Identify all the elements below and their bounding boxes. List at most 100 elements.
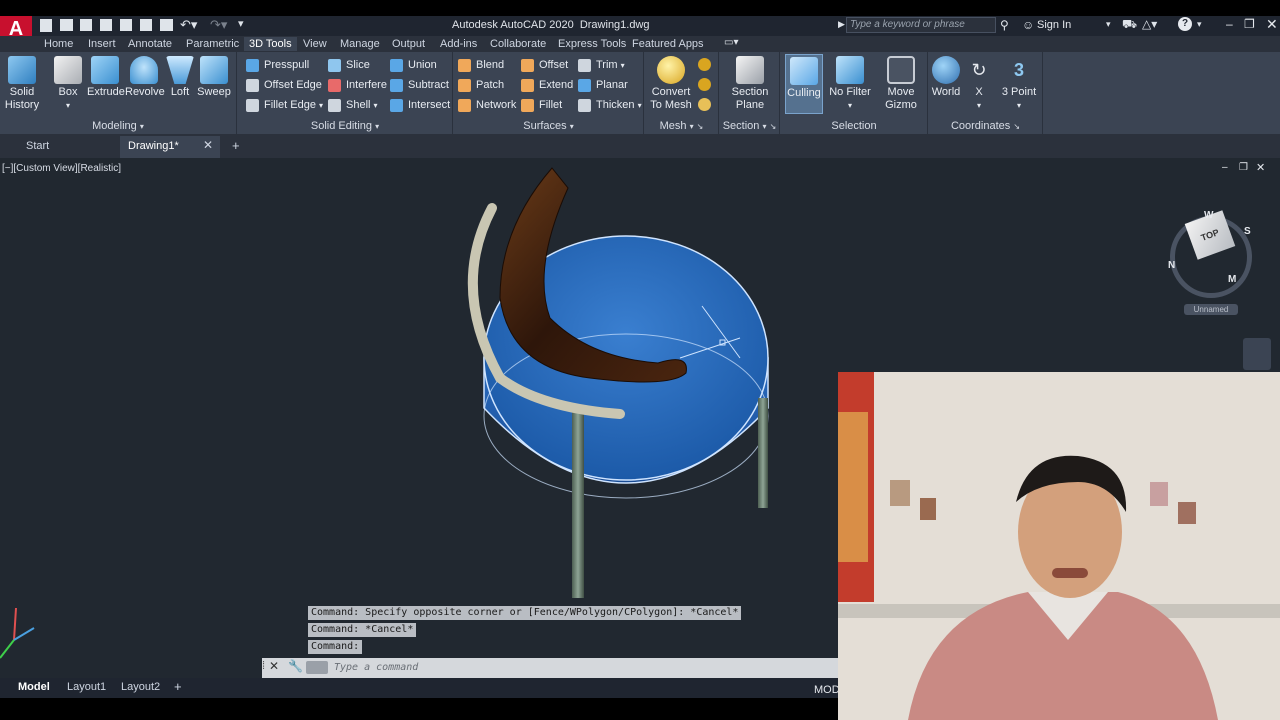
thicken-button[interactable]: Thicken ▾ xyxy=(578,96,642,114)
revolve-button[interactable]: Revolve xyxy=(125,56,165,99)
blend-button[interactable]: Blend xyxy=(458,56,504,74)
help-dropdown-icon[interactable]: ▾ xyxy=(1197,19,1202,30)
solid-history-button[interactable]: Solid History xyxy=(4,56,40,112)
layout-tab-layout1[interactable]: Layout1 xyxy=(67,681,106,693)
viewport-minimize-icon[interactable]: – xyxy=(1222,162,1228,173)
compass-s-label[interactable]: S xyxy=(1244,226,1251,237)
tab-output[interactable]: Output xyxy=(392,38,425,50)
undo-icon[interactable]: ↶▾ xyxy=(180,17,197,33)
command-grip-icon[interactable]: ⁞ xyxy=(262,660,265,672)
viewcube[interactable]: TOP W S N M xyxy=(1166,210,1256,300)
tab-3d-tools[interactable]: 3D Tools xyxy=(244,37,297,51)
fillet-edge-dropdown-icon[interactable]: ▾ xyxy=(319,101,323,110)
surfaces-expand-icon[interactable]: ▾ xyxy=(570,122,574,131)
sign-in-dropdown-icon[interactable]: ▾ xyxy=(1106,19,1111,30)
viewport-controls[interactable]: [−][Custom View][Realistic] xyxy=(2,163,121,174)
ucs-menu-button[interactable]: Unnamed xyxy=(1184,304,1238,315)
x-dropdown-icon[interactable]: ▾ xyxy=(977,101,981,110)
extend-button[interactable]: Extend xyxy=(521,76,573,94)
presspull-button[interactable]: Presspull xyxy=(246,56,309,74)
subtract-button[interactable]: Subtract xyxy=(390,76,449,94)
layout-tab-layout2[interactable]: Layout2 xyxy=(121,681,160,693)
viewport-close-icon[interactable]: ✕ xyxy=(1256,161,1265,174)
chair-3d-model[interactable] xyxy=(440,158,800,608)
mesh-smooth-icon[interactable] xyxy=(698,58,711,71)
interfere-button[interactable]: Interfere xyxy=(328,76,387,94)
slice-button[interactable]: Slice xyxy=(328,56,370,74)
compass-n-label[interactable]: N xyxy=(1168,260,1175,271)
tab-insert[interactable]: Insert xyxy=(88,38,116,50)
tab-parametric[interactable]: Parametric xyxy=(186,38,239,50)
navigation-bar[interactable] xyxy=(1243,338,1271,370)
search-box[interactable]: Type a keyword or phrase xyxy=(846,17,996,33)
no-filter-button[interactable]: No Filter ▾ xyxy=(829,56,871,112)
export-icon[interactable] xyxy=(140,19,152,31)
command-line[interactable]: ⁞ ✕ 🔧 Type a command xyxy=(262,658,838,678)
binoculars-icon[interactable]: ⚲ xyxy=(1000,18,1009,32)
a360-icon[interactable]: △▾ xyxy=(1142,17,1157,31)
panel-title-modeling[interactable]: Modeling ▾ xyxy=(0,120,236,132)
ribbon-toggle-icon[interactable]: ▭▾ xyxy=(724,37,738,48)
tab-home[interactable]: Home xyxy=(44,38,73,50)
panel-title-solid-editing[interactable]: Solid Editing ▾ xyxy=(238,120,452,132)
search-input[interactable]: Type a keyword or phrase xyxy=(850,19,965,30)
surface-offset-button[interactable]: Offset xyxy=(521,56,568,74)
surface-fillet-button[interactable]: Fillet xyxy=(521,96,562,114)
no-filter-dropdown-icon[interactable]: ▾ xyxy=(848,101,852,110)
solid-editing-expand-icon[interactable]: ▾ xyxy=(375,122,379,131)
x-ucs-button[interactable]: ↻ X ▾ xyxy=(965,56,993,112)
save-icon[interactable] xyxy=(80,19,92,31)
patch-button[interactable]: Patch xyxy=(458,76,504,94)
tab-view[interactable]: View xyxy=(303,38,327,50)
sign-in-link[interactable]: Sign In xyxy=(1037,19,1071,31)
tab-featured-apps[interactable]: Featured Apps xyxy=(632,38,704,50)
redo-icon[interactable]: ↷▾ xyxy=(210,17,227,33)
tab-manage[interactable]: Manage xyxy=(340,38,380,50)
close-icon[interactable]: ✕ xyxy=(1266,16,1278,33)
modeling-expand-icon[interactable]: ▾ xyxy=(140,122,144,131)
move-gizmo-button[interactable]: Move Gizmo xyxy=(879,56,923,112)
mesh-expand-icon[interactable]: ▾ xyxy=(690,122,694,131)
user-icon[interactable]: ☺ xyxy=(1022,18,1034,32)
viewport-restore-icon[interactable]: ❐ xyxy=(1239,162,1248,173)
planar-button[interactable]: Planar xyxy=(578,76,628,94)
tab-annotate[interactable]: Annotate xyxy=(128,38,172,50)
fillet-edge-button[interactable]: Fillet Edge ▾ xyxy=(246,96,323,114)
section-plane-button[interactable]: Section Plane xyxy=(728,56,772,112)
tab-collaborate[interactable]: Collaborate xyxy=(490,38,546,50)
three-point-dropdown-icon[interactable]: ▾ xyxy=(1017,101,1021,110)
convert-to-mesh-button[interactable]: Convert To Mesh xyxy=(649,56,693,112)
trim-dropdown-icon[interactable]: ▾ xyxy=(621,61,625,70)
thicken-dropdown-icon[interactable]: ▾ xyxy=(638,101,642,110)
world-ucs-button[interactable]: World xyxy=(931,56,961,99)
culling-button[interactable]: Culling xyxy=(785,54,823,114)
box-dropdown-icon[interactable]: ▾ xyxy=(66,101,70,110)
panel-title-mesh[interactable]: Mesh ▾ ↘ xyxy=(645,120,718,132)
shell-dropdown-icon[interactable]: ▾ xyxy=(374,101,378,110)
new-tab-icon[interactable]: + xyxy=(232,138,240,153)
trim-button[interactable]: Trim ▾ xyxy=(578,56,625,74)
add-layout-icon[interactable]: + xyxy=(174,679,182,694)
shell-button[interactable]: Shell ▾ xyxy=(328,96,378,114)
mesh-dialog-icon[interactable]: ↘ xyxy=(697,122,704,131)
layout-tab-model[interactable]: Model xyxy=(18,681,50,693)
search-expand-icon[interactable]: ▶ xyxy=(838,19,845,30)
compass-w-label[interactable]: W xyxy=(1204,210,1213,221)
plot-icon[interactable] xyxy=(160,19,173,31)
restore-icon[interactable]: ❐ xyxy=(1244,17,1255,31)
command-input[interactable]: Type a command xyxy=(334,662,418,673)
intersect-button[interactable]: Intersect xyxy=(390,96,450,114)
tab-add-ins[interactable]: Add-ins xyxy=(440,38,477,50)
model-space-toggle[interactable]: MOD xyxy=(814,684,840,696)
sweep-button[interactable]: Sweep xyxy=(197,56,231,99)
network-button[interactable]: Network xyxy=(458,96,516,114)
minimize-icon[interactable]: – xyxy=(1226,17,1233,31)
open-icon[interactable] xyxy=(60,19,73,31)
command-customize-icon[interactable]: 🔧 xyxy=(288,659,303,673)
command-close-icon[interactable]: ✕ xyxy=(269,659,279,673)
panel-title-section[interactable]: Section ▾ ↘ xyxy=(720,120,779,132)
mesh-refine-icon[interactable] xyxy=(698,78,711,91)
offset-edge-button[interactable]: Offset Edge xyxy=(246,76,322,94)
start-tab[interactable]: Start xyxy=(0,136,120,156)
panel-title-coordinates[interactable]: Coordinates ↘ xyxy=(929,120,1042,132)
